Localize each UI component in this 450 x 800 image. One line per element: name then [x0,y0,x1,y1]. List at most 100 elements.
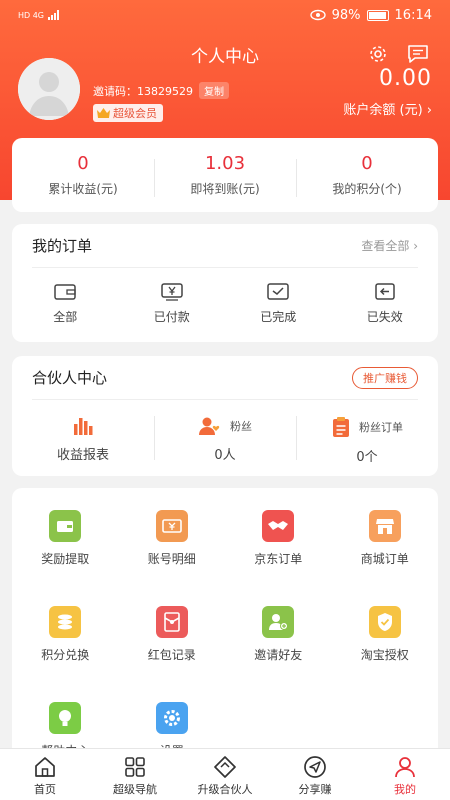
order-label: 已完成 [260,310,297,324]
tab-share-earn[interactable]: 分享赚 [270,749,360,800]
order-expired[interactable]: 已失效 [332,282,439,325]
battery-percent: 98% [331,7,361,23]
tool-invite-friends[interactable]: 邀请好友 [225,602,332,698]
invite-code: 13829529 [137,84,193,98]
view-all-link[interactable]: 查看全部 › [361,237,418,254]
tab-mine[interactable]: 我的 [360,749,450,800]
person-icon [395,757,415,778]
coins-icon [49,606,82,638]
tool-label: 邀请好友 [254,648,303,662]
stat-value: 0 [77,153,89,174]
wallet-icon [54,284,76,300]
tools-card: 奖励提取 账号明细 京东订单 商城订单 积分兑换 红包记录 邀请好友 淘宝授权 [12,488,438,758]
tab-label: 超级导航 [113,783,157,796]
crown-icon [97,108,110,118]
tool-label: 京东订单 [254,552,303,566]
order-completed[interactable]: 已完成 [225,282,332,325]
balance-value: 0.00 [379,66,432,91]
tab-super-nav[interactable]: 超级导航 [90,749,180,800]
tab-label: 首页 [34,783,56,796]
stat-label: 即将到账(元) [190,182,260,196]
vip-label: 超级会员 [113,107,157,120]
order-label: 全部 [53,310,78,324]
tab-upgrade-partner[interactable]: 升级合伙人 [180,749,270,800]
tool-mall-orders[interactable]: 商城订单 [332,506,439,602]
fan-orders-label: 粉丝订单 [359,421,403,434]
order-label: 已失效 [366,310,403,324]
order-all[interactable]: 全部 [12,282,119,325]
gear-icon [155,702,188,734]
signal-icon [48,10,60,20]
invite-code-row: 邀请码：13829529 复制 [93,82,229,99]
shield-icon [368,606,401,638]
red-envelope-icon [155,606,188,638]
grid-icon [125,757,145,777]
tool-label: 淘宝授权 [360,648,409,662]
stat-total-earnings[interactable]: 0 累计收益(元) [12,153,154,197]
bulb-icon [49,702,82,734]
card-icon [155,510,188,542]
stat-value: 1.03 [204,153,246,174]
return-icon [375,283,395,300]
diamond-icon [214,756,236,778]
report-label: 收益报表 [56,448,109,463]
avatar[interactable] [18,58,80,120]
promo-button[interactable]: 推广赚钱 [352,366,418,389]
fan-orders-value: 0个 [356,450,378,465]
stats-card: 0 累计收益(元) 1.03 即将到账(元) 0 我的积分(个) [12,138,438,212]
copy-button[interactable]: 复制 [199,82,229,99]
add-user-icon [262,606,295,638]
orders-title: 我的订单 [32,237,93,255]
partner-card: 合伙人中心 推广赚钱 收益报表 粉丝 0人 粉丝订单 0个 [12,356,438,476]
battery-icon [366,9,389,21]
clipboard-icon [333,417,349,437]
vip-badge: 超级会员 [93,104,163,122]
stat-points[interactable]: 0 我的积分(个) [296,153,438,197]
tool-jd-orders[interactable]: 京东订单 [225,506,332,602]
tool-label: 红包记录 [147,648,196,662]
tab-label: 升级合伙人 [197,783,253,796]
tool-points-exchange[interactable]: 积分兑换 [12,602,119,698]
stat-pending[interactable]: 1.03 即将到账(元) [154,153,296,197]
bottom-tab-bar: 首页 超级导航 升级合伙人 分享赚 我的 [0,748,450,800]
wallet-icon [49,510,82,542]
invite-label: 邀请码：13829529 [93,84,193,98]
tab-home[interactable]: 首页 [0,749,90,800]
handshake-icon [262,510,295,542]
stat-value: 0 [361,153,373,174]
tool-taobao-auth[interactable]: 淘宝授权 [332,602,439,698]
check-icon [267,283,289,300]
store-icon [368,510,401,542]
order-paid[interactable]: 已付款 [119,282,226,325]
home-icon [35,757,55,777]
network-label: HD 4G [18,10,45,20]
fans-value: 0人 [214,448,236,463]
send-icon [304,756,326,778]
tool-label: 积分兑换 [41,648,90,662]
stat-label: 我的积分(个) [332,182,402,196]
eye-icon [309,9,326,21]
profile-section: 邀请码：13829529 复制 超级会员 0.00 账户余额 (元) › [18,58,432,122]
status-bar: HD 4G 98% 16:14 [0,0,450,30]
tool-label: 账号明细 [147,552,196,566]
tab-label: 我的 [394,783,416,796]
network-indicator: HD 4G [18,10,60,20]
balance-link[interactable]: 账户余额 (元) › [343,99,432,118]
clock: 16:14 [394,7,432,23]
order-label: 已付款 [153,310,190,324]
tool-red-envelope[interactable]: 红包记录 [119,602,226,698]
tool-label: 商城订单 [360,552,409,566]
earnings-report[interactable]: 收益报表 [12,416,154,463]
tool-label: 奖励提取 [41,552,90,566]
fans-icon [199,417,220,435]
orders-card: 我的订单 查看全部 › 全部 已付款 已完成 已失效 [12,224,438,342]
fans-label: 粉丝 [230,420,252,433]
tool-account-details[interactable]: 账号明细 [119,506,226,602]
fan-orders[interactable]: 粉丝订单 0个 [296,416,438,465]
tool-reward-withdraw[interactable]: 奖励提取 [12,506,119,602]
default-avatar-icon [18,58,80,120]
partner-title: 合伙人中心 [32,369,108,387]
bar-chart-icon [74,418,93,435]
stat-label: 累计收益(元) [48,182,118,196]
fans[interactable]: 粉丝 0人 [154,416,296,463]
